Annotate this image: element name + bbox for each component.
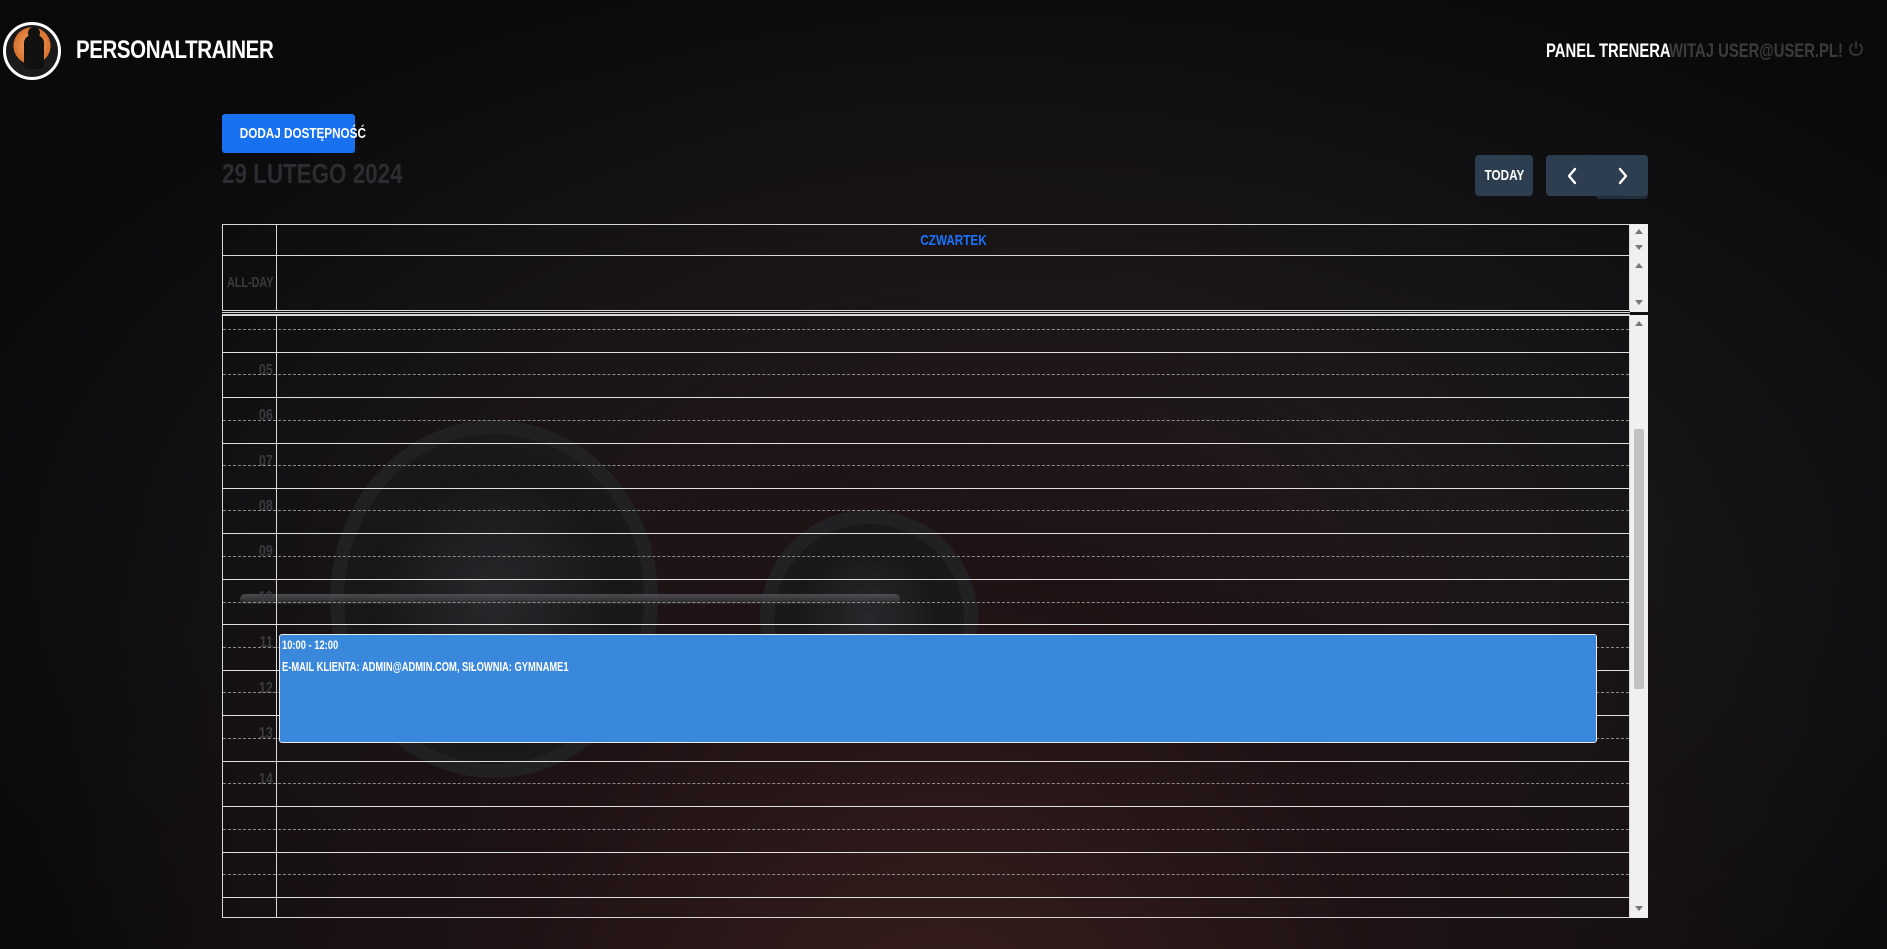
slot-half-line (223, 602, 1629, 603)
event-title: E-MAIL KLIENTA: ADMIN@ADMIN.COM, SIŁOWNI… (282, 659, 569, 674)
slot-line: 05 (223, 352, 1629, 379)
hour-label: 05 (259, 362, 273, 379)
calendar: CZWARTEK ALL-DAY 04 05 06 07 08 09 10 11… (222, 224, 1648, 918)
header-scrollbar[interactable] (1630, 224, 1648, 312)
hour-label: 12 (259, 680, 273, 697)
day-header-label: CZWARTEK (919, 232, 987, 249)
brand-name[interactable]: PERSONALTRAINER (76, 36, 274, 65)
slot-line (223, 897, 1629, 898)
logo[interactable] (3, 22, 61, 80)
scroll-down-arrow[interactable] (1635, 906, 1643, 911)
hour-label: 10 (259, 589, 273, 606)
prev-button[interactable] (1546, 155, 1597, 196)
scroll-down-arrow[interactable] (1635, 300, 1643, 305)
scroll-down-arrow[interactable] (1635, 245, 1643, 250)
slot-half-line (223, 329, 1629, 330)
slot-line: 11 (223, 624, 1629, 651)
slot-line: 10 (223, 579, 1629, 606)
hour-label: 06 (259, 407, 273, 424)
allday-axis-cell: ALL-DAY (223, 256, 277, 310)
chevron-right-icon (1618, 167, 1627, 184)
axis-header-cell (223, 225, 277, 255)
slot-half-line (223, 556, 1629, 557)
slot-line (223, 806, 1629, 807)
allday-row[interactable]: ALL-DAY (222, 256, 1630, 311)
slot-half-line (223, 374, 1629, 375)
day-header-row: CZWARTEK (222, 224, 1630, 256)
calendar-event[interactable]: 10:00 - 12:00 E-MAIL KLIENTA: ADMIN@ADMI… (279, 634, 1597, 743)
next-button[interactable] (1597, 155, 1648, 196)
slot-line: 14 (223, 761, 1629, 788)
hour-label: 08 (259, 498, 273, 515)
hour-label: 13 (259, 725, 273, 742)
today-button[interactable]: TODAY (1475, 155, 1533, 196)
day-header-link[interactable]: CZWARTEK (277, 232, 1629, 249)
slot-half-line (223, 420, 1629, 421)
slot-half-line (223, 783, 1629, 784)
welcome-text: WITAJ USER@USER.PL! (1669, 41, 1843, 62)
hour-label: 09 (259, 543, 273, 560)
chevron-left-icon (1567, 167, 1576, 184)
slot-line: 09 (223, 533, 1629, 560)
power-icon[interactable] (1847, 40, 1865, 58)
scroll-up-arrow[interactable] (1635, 263, 1643, 268)
hour-label: 14 (259, 771, 273, 788)
grid-scrollbar[interactable] (1630, 315, 1648, 918)
slot-line: 07 (223, 443, 1629, 470)
trainer-panel-link[interactable]: PANEL TRENERA (1546, 41, 1671, 63)
hour-label: 11 (259, 634, 273, 651)
allday-label: ALL-DAY (227, 274, 274, 291)
scroll-up-arrow[interactable] (1635, 229, 1643, 234)
axis-divider (276, 316, 277, 917)
slot-line: 06 (223, 397, 1629, 424)
scrollbar-thumb[interactable] (1634, 429, 1644, 689)
calendar-title: 29 LUTEGO 2024 (222, 158, 403, 189)
slot-line (223, 852, 1629, 853)
add-availability-label: DODAJ DOSTĘPNOŚĆ (239, 125, 366, 142)
hour-label: 07 (259, 453, 273, 470)
time-grid[interactable]: 04 05 06 07 08 09 10 11 12 13 14 10:00 -… (222, 315, 1630, 918)
slot-half-line (223, 874, 1629, 875)
add-availability-button[interactable]: DODAJ DOSTĘPNOŚĆ (222, 114, 366, 153)
today-label: TODAY (1484, 167, 1524, 184)
slot-line: 08 (223, 488, 1629, 515)
event-time: 10:00 - 12:00 (282, 638, 339, 652)
scroll-up-arrow[interactable] (1635, 321, 1643, 326)
hour-label: 04 (259, 316, 273, 320)
slot-half-line (223, 829, 1629, 830)
slot-half-line (223, 465, 1629, 466)
slot-half-line (223, 510, 1629, 511)
